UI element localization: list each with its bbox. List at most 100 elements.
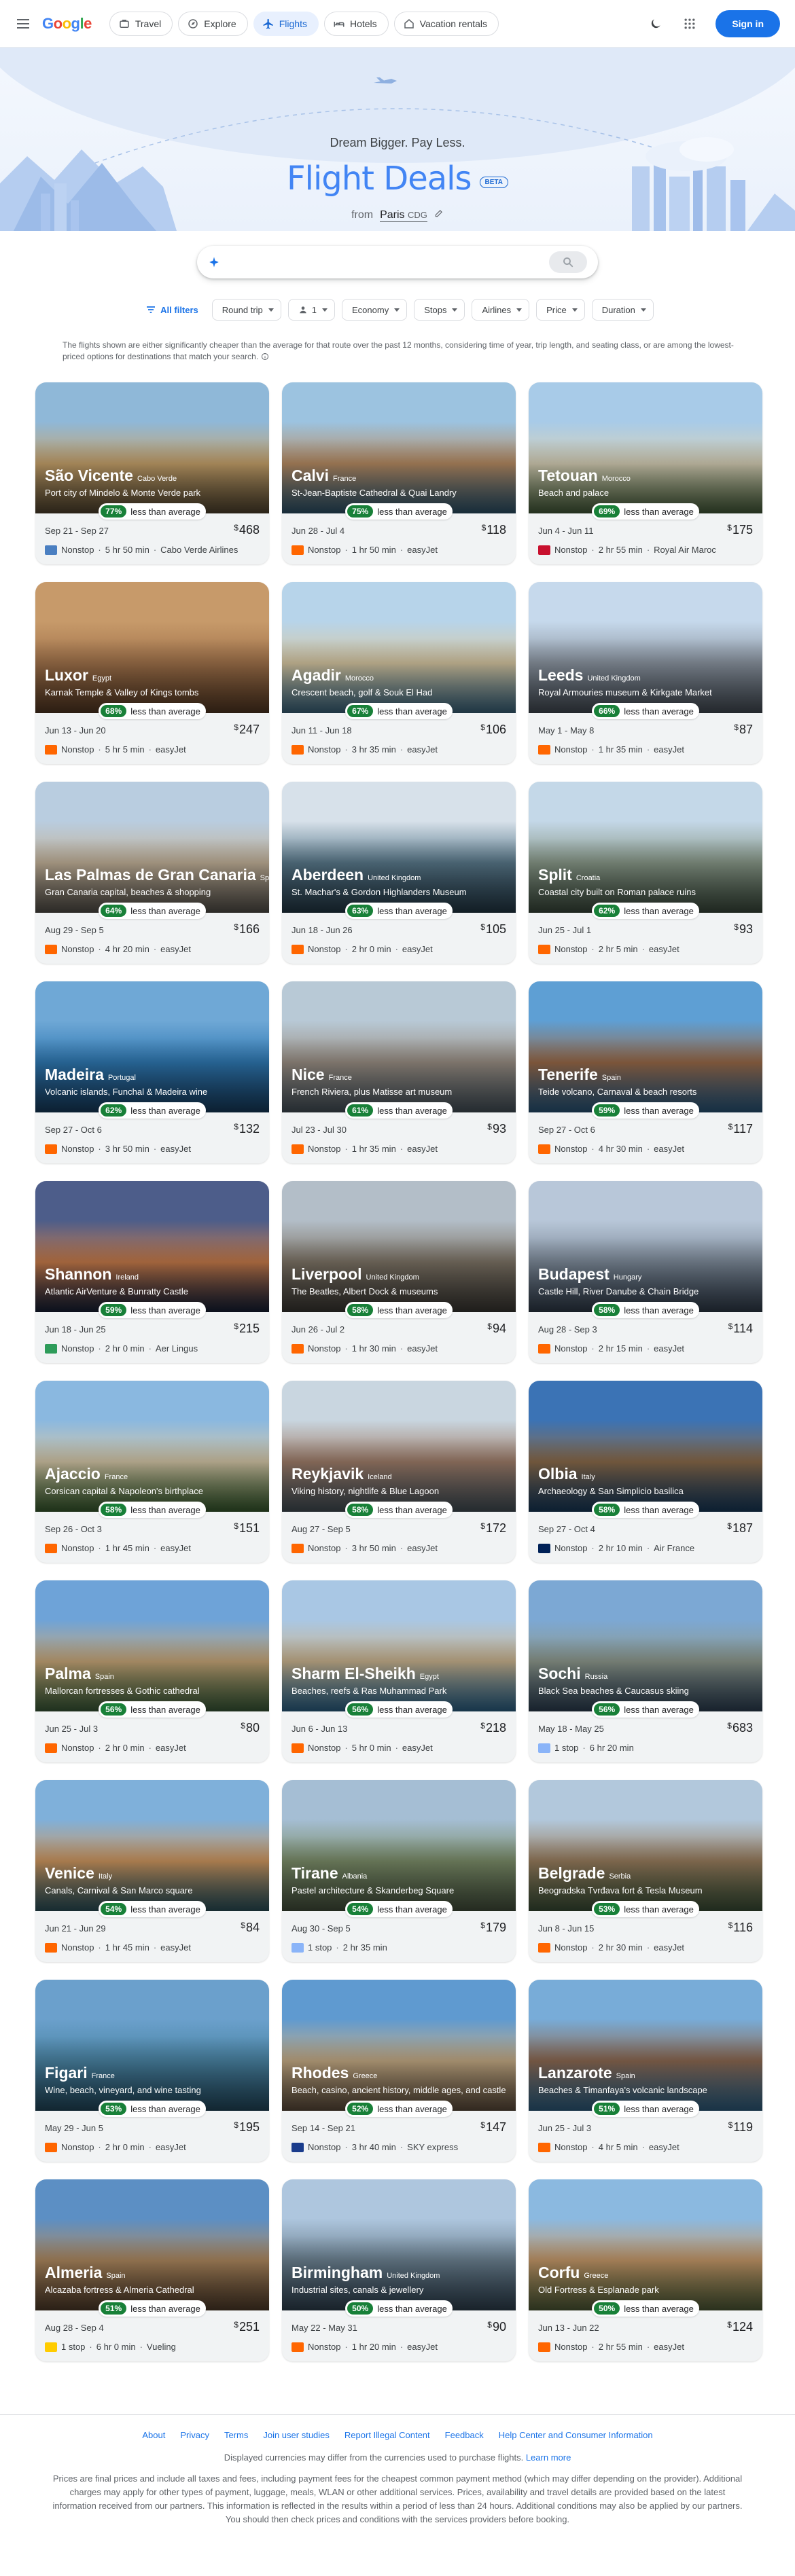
price-amount: 166 bbox=[238, 922, 260, 936]
separator-dot: · bbox=[646, 1343, 650, 1354]
airline-logo-icon bbox=[292, 1343, 304, 1354]
destination-description: Canals, Carnival & San Marco square bbox=[45, 1885, 193, 1895]
deal-card[interactable]: Budapest Hungary Castle Hill, River Danub… bbox=[529, 1181, 762, 1363]
savings-badge: 53% less than average bbox=[99, 2101, 206, 2117]
destination-search-bar bbox=[197, 246, 598, 278]
nav-hotels[interactable]: Hotels bbox=[323, 11, 389, 36]
trip-type-dropdown[interactable]: Round trip bbox=[211, 299, 281, 321]
stops-info: Nonstop bbox=[554, 1144, 588, 1154]
deal-card[interactable]: Rhodes Greece Beach, casino, ancient hist… bbox=[282, 1980, 516, 2162]
duration-filter[interactable]: Duration bbox=[591, 299, 654, 321]
dark-mode-icon[interactable] bbox=[648, 16, 664, 32]
deal-card[interactable]: Liverpool United Kingdom The Beatles, Alb… bbox=[282, 1181, 516, 1363]
footer-link[interactable]: Privacy bbox=[180, 2430, 209, 2440]
footer-link[interactable]: Join user studies bbox=[263, 2430, 330, 2440]
search-input[interactable] bbox=[228, 256, 549, 268]
country-name: United Kingdom bbox=[387, 2272, 440, 2280]
deal-card[interactable]: São Vicente Cabo Verde Port city of Minde… bbox=[35, 382, 269, 564]
main-menu-icon[interactable] bbox=[15, 16, 31, 32]
airlines-filter[interactable]: Airlines bbox=[472, 299, 530, 321]
apps-grid-icon[interactable] bbox=[682, 16, 698, 32]
deal-card[interactable]: Olbia Italy Archaeology & San Simplicio b… bbox=[529, 1381, 762, 1563]
deal-card[interactable]: Figari France Wine, beach, vineyard, and … bbox=[35, 1980, 269, 2162]
learn-more-link[interactable]: Learn more bbox=[526, 2452, 571, 2463]
savings-percent: 52% bbox=[347, 2103, 374, 2115]
currency-symbol: $ bbox=[241, 1721, 245, 1730]
deal-card[interactable]: Tenerife Spain Teide volcano, Carnaval & … bbox=[529, 981, 762, 1163]
destination-description: Old Fortress & Esplanade park bbox=[538, 2285, 659, 2295]
stops-info: Nonstop bbox=[308, 1343, 341, 1354]
separator-dot: · bbox=[98, 744, 101, 755]
destination-description: Port city of Mindelo & Monte Verde park bbox=[45, 488, 201, 498]
deal-card[interactable]: Aberdeen United Kingdom St. Machar's & Go… bbox=[282, 782, 516, 964]
deal-card[interactable]: Tirane Albania Pastel architecture & Skan… bbox=[282, 1780, 516, 1962]
destination-caption: Olbia Italy Archaeology & San Simplicio b… bbox=[538, 1465, 754, 1496]
deal-card[interactable]: Palma Spain Mallorcan fortresses & Gothic… bbox=[35, 1580, 269, 1762]
footer-link[interactable]: Feedback bbox=[445, 2430, 484, 2440]
deal-card[interactable]: Madeira Portugal Volcanic islands, Funcha… bbox=[35, 981, 269, 1163]
country-name: Hungary bbox=[613, 1273, 642, 1282]
deal-price: $175 bbox=[727, 523, 753, 537]
flight-duration: 2 hr 0 min bbox=[105, 2142, 145, 2152]
info-icon[interactable] bbox=[261, 352, 269, 361]
all-filters-button[interactable]: All filters bbox=[141, 299, 205, 321]
separator-dot: · bbox=[395, 1743, 398, 1753]
savings-percent: 51% bbox=[101, 2302, 127, 2315]
stops-filter[interactable]: Stops bbox=[414, 299, 465, 321]
deal-card[interactable]: Nice France French Riviera, plus Matisse … bbox=[282, 981, 516, 1163]
nav-flights[interactable]: Flights bbox=[253, 11, 319, 36]
savings-percent: 64% bbox=[101, 905, 127, 917]
airline-logo-icon bbox=[45, 1743, 57, 1753]
footer-link[interactable]: Report Illegal Content bbox=[344, 2430, 430, 2440]
deal-card[interactable]: Tetouan Morocco Beach and palace 69% less… bbox=[529, 382, 762, 564]
country-name: Cabo Verde bbox=[137, 475, 177, 483]
deal-card[interactable]: Lanzarote Spain Beaches & Timanfaya's vol… bbox=[529, 1980, 762, 2162]
airline-logo-icon bbox=[45, 1942, 57, 1953]
savings-badge: 51% less than average bbox=[99, 2300, 206, 2317]
flight-duration: 6 hr 0 min bbox=[96, 2342, 136, 2352]
deal-card[interactable]: Birmingham United Kingdom Industrial site… bbox=[282, 2179, 516, 2361]
airline-name: easyJet bbox=[160, 1942, 191, 1953]
footer-link[interactable]: Help Center and Consumer Information bbox=[499, 2430, 653, 2440]
price-filter[interactable]: Price bbox=[536, 299, 585, 321]
footer-link[interactable]: About bbox=[142, 2430, 165, 2440]
deal-card[interactable]: Sochi Russia Black Sea beaches & Caucasus… bbox=[529, 1580, 762, 1762]
search-button[interactable] bbox=[549, 251, 587, 273]
deal-card[interactable]: Belgrade Serbia Beogradska Tvrđava fort &… bbox=[529, 1780, 762, 1962]
savings-label: less than average bbox=[377, 2103, 447, 2114]
deal-card[interactable]: Agadir Morocco Crescent beach, golf & Sou… bbox=[282, 582, 516, 764]
separator-dot: · bbox=[591, 1343, 595, 1354]
savings-badge: 50% less than average bbox=[345, 2300, 453, 2317]
deal-card[interactable]: Sharm El-Sheikh Egypt Beaches, reefs & Ra… bbox=[282, 1580, 516, 1762]
passengers-dropdown[interactable]: 1 bbox=[287, 299, 335, 321]
edit-pencil-icon[interactable] bbox=[434, 208, 444, 218]
separator-dot: · bbox=[591, 2142, 595, 2152]
footer-link[interactable]: Terms bbox=[224, 2430, 248, 2440]
deal-card[interactable]: Leeds United Kingdom Royal Armouries muse… bbox=[529, 582, 762, 764]
savings-label: less than average bbox=[624, 1305, 694, 1316]
savings-label: less than average bbox=[130, 706, 200, 716]
deal-card[interactable]: Las Palmas de Gran Canaria Spain Gran Can… bbox=[35, 782, 269, 964]
deal-card[interactable]: Venice Italy Canals, Carnival & San Marco… bbox=[35, 1780, 269, 1962]
destination-caption: Rhodes Greece Beach, casino, ancient hist… bbox=[292, 2064, 508, 2095]
deal-card[interactable]: Luxor Egypt Karnak Temple & Valley of Kin… bbox=[35, 582, 269, 764]
origin-city-selector[interactable]: Paris CDG bbox=[380, 209, 427, 222]
deal-card[interactable]: Split Croatia Coastal city built on Roman… bbox=[529, 782, 762, 964]
page-footer: About Privacy Terms Join user studies Report… bbox=[0, 2414, 795, 2526]
deal-card[interactable]: Calvi France St-Jean-Baptiste Cathedral &… bbox=[282, 382, 516, 564]
stops-info: Nonstop bbox=[308, 944, 341, 954]
logo-letter: g bbox=[71, 14, 80, 32]
deal-card[interactable]: Reykjavik Iceland Viking history, nightli… bbox=[282, 1381, 516, 1563]
cabin-class-dropdown[interactable]: Economy bbox=[342, 299, 408, 321]
nav-explore[interactable]: Explore bbox=[178, 11, 248, 36]
deal-card[interactable]: Ajaccio France Corsican capital & Napoleo… bbox=[35, 1381, 269, 1563]
google-logo[interactable]: Google bbox=[42, 15, 92, 33]
nav-travel[interactable]: Travel bbox=[109, 11, 173, 36]
nav-vacation-rentals[interactable]: Vacation rentals bbox=[393, 11, 499, 36]
deal-card[interactable]: Corfu Greece Old Fortress & Esplanade par… bbox=[529, 2179, 762, 2361]
separator-dot: · bbox=[344, 744, 348, 755]
sign-in-button[interactable]: Sign in bbox=[716, 10, 780, 37]
deal-card[interactable]: Shannon Ireland Atlantic AirVenture & Bun… bbox=[35, 1181, 269, 1363]
stops-info: Nonstop bbox=[308, 744, 341, 755]
deal-card[interactable]: Almeria Spain Alcazaba fortress & Almeria… bbox=[35, 2179, 269, 2361]
